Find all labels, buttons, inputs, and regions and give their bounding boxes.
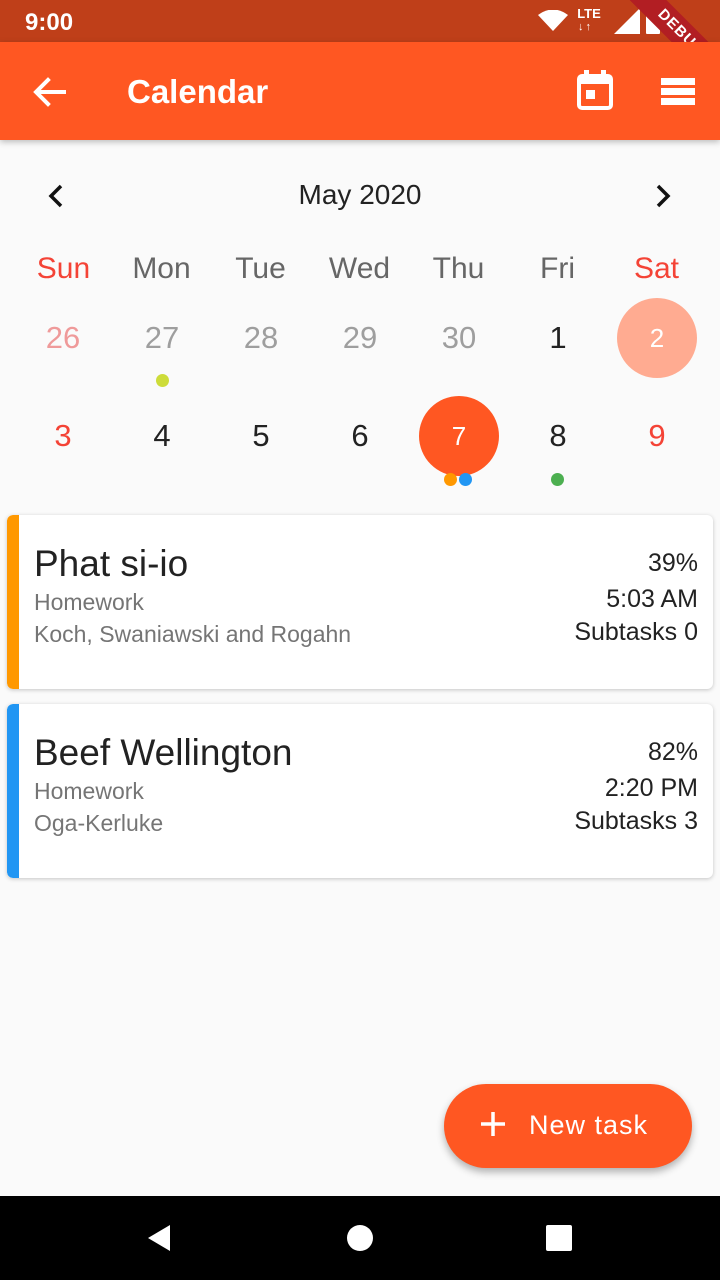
event-dot [444, 473, 457, 486]
weekday-sun: Sun [36, 252, 91, 285]
calendar-day[interactable]: 6 [320, 396, 400, 476]
weekday-tue: Tue [235, 252, 286, 285]
task-card[interactable]: Beef Wellington Homework Oga-Kerluke 82%… [7, 704, 713, 878]
view-list-icon [661, 78, 695, 105]
event-dot [459, 473, 472, 486]
task-category: Homework [34, 778, 144, 804]
lte-indicator: LTE ↓↑ [576, 6, 606, 36]
calendar-view-button[interactable] [573, 68, 617, 114]
task-subtasks: Subtasks 0 [574, 618, 698, 646]
calendar-day[interactable]: 8 [518, 396, 598, 476]
task-company: Oga-Kerluke [34, 810, 164, 836]
weekday-fri: Fri [540, 252, 575, 285]
task-time: 5:03 AM [606, 585, 698, 613]
calendar-day-today[interactable]: 2 [617, 298, 697, 378]
weekday-thu: Thu [432, 252, 485, 285]
month-label: May 2020 [298, 179, 422, 210]
event-dot [156, 374, 169, 387]
calendar-day[interactable]: 27 [122, 298, 202, 378]
task-color-stripe [7, 515, 19, 689]
weekday-mon: Mon [132, 252, 191, 285]
chevron-right-icon [656, 184, 671, 208]
system-nav-bar [0, 1196, 720, 1280]
calendar-day[interactable]: 1 [518, 298, 598, 378]
task-subtasks: Subtasks 3 [574, 807, 698, 835]
task-title: Phat si-io [34, 543, 189, 584]
new-task-button[interactable]: New task [444, 1084, 692, 1168]
calendar-day[interactable]: 30 [419, 298, 499, 378]
task-title: Beef Wellington [34, 732, 293, 773]
calendar-day[interactable]: 5 [221, 396, 301, 476]
nav-home-icon[interactable] [345, 1223, 375, 1253]
weekday-sat: Sat [633, 252, 680, 285]
data-arrows-icon: ↓↑ [578, 21, 593, 33]
weekday-wed: Wed [328, 252, 391, 285]
calendar-day[interactable]: 29 [320, 298, 400, 378]
new-task-label: New task [529, 1110, 649, 1140]
arrow-back-icon [33, 77, 66, 107]
task-time: 2:20 PM [604, 774, 698, 802]
calendar-day[interactable]: 28 [221, 298, 301, 378]
task-progress: 39% [647, 549, 698, 577]
calendar-day[interactable]: 4 [122, 396, 202, 476]
next-month-button[interactable] [645, 176, 681, 216]
page-title: Calendar [127, 73, 269, 110]
calendar-icon [577, 70, 613, 110]
task-progress: 82% [647, 738, 698, 766]
app-bar: Calendar [0, 42, 720, 140]
nav-recents-icon[interactable] [545, 1224, 573, 1252]
wifi-icon [538, 10, 568, 31]
task-card[interactable]: Phat si-io Homework Koch, Swaniawski and… [7, 515, 713, 689]
calendar-day[interactable]: 26 [23, 298, 103, 378]
task-color-stripe [7, 704, 19, 878]
lte-label: LTE [577, 6, 601, 21]
status-time: 9:00 [25, 9, 74, 36]
calendar-day-selected[interactable]: 7 [419, 396, 499, 476]
back-button[interactable] [24, 67, 74, 117]
add-icon [481, 1112, 505, 1136]
event-dot [551, 473, 564, 486]
calendar-day[interactable]: 3 [23, 396, 103, 476]
task-category: Homework [34, 589, 144, 615]
view-agenda-button[interactable] [657, 74, 699, 110]
nav-back-icon[interactable] [146, 1223, 172, 1253]
task-company: Koch, Swaniawski and Rogahn [34, 621, 352, 647]
calendar-day[interactable]: 9 [617, 396, 697, 476]
